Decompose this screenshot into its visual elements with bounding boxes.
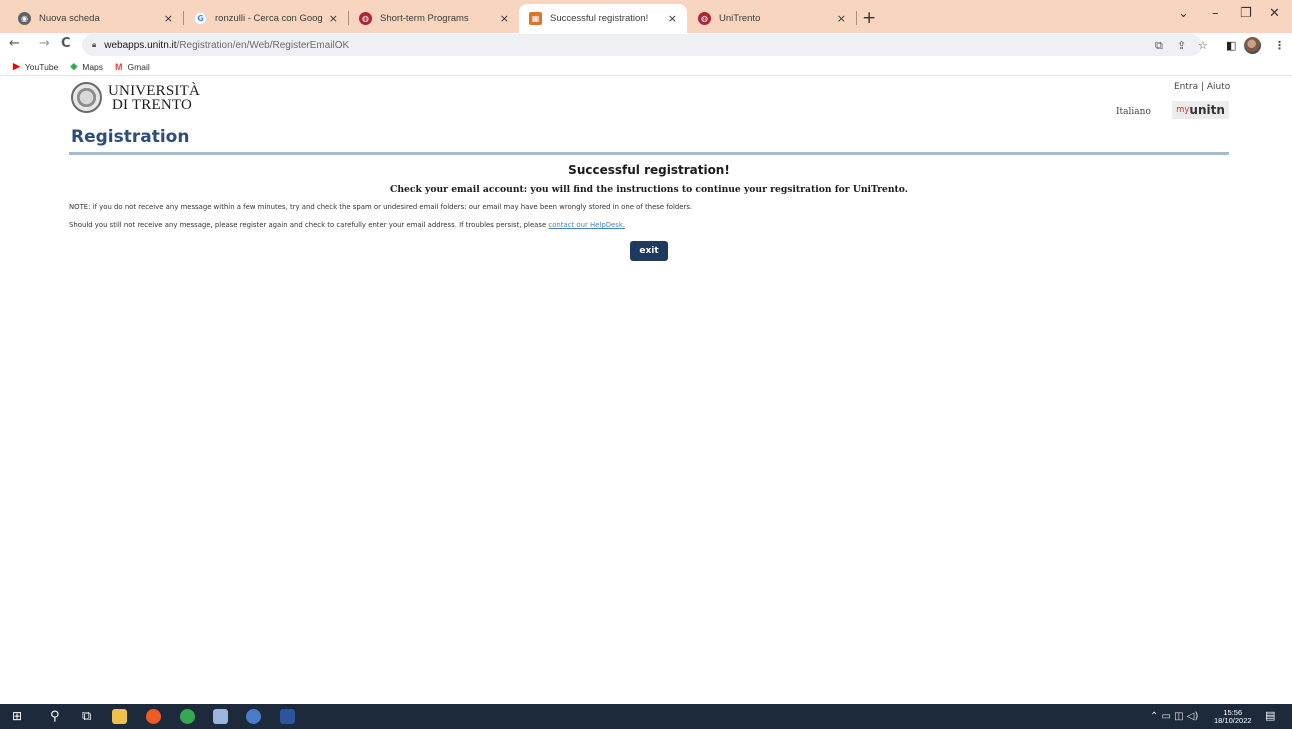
reload-icon[interactable]: C <box>61 36 71 51</box>
profile-avatar[interactable] <box>1244 37 1261 54</box>
helpdesk-link[interactable]: contact our HelpDesk. <box>548 221 625 229</box>
windows-taskbar: ⊞ ⚲ ⧉ ⌃ ▭ ◫ ◁) 15:56 18/10/2022 ▤ <box>0 704 1292 729</box>
bookmarks-bar: ▶ YouTube ◆ Maps M Gmail <box>0 58 1292 76</box>
task-view-icon[interactable]: ⧉ <box>82 709 91 724</box>
exit-button-wrap: exit <box>69 238 1229 261</box>
success-heading: Successful registration! <box>568 163 730 177</box>
tab-close-icon[interactable]: × <box>164 12 173 25</box>
translate-icon[interactable]: ⧉ <box>1155 39 1163 53</box>
new-tab-button[interactable]: + <box>862 8 876 28</box>
close-icon[interactable]: ✕ <box>1269 6 1280 21</box>
windows-start-icon[interactable]: ⊞ <box>12 709 22 723</box>
bookmark-maps[interactable]: ◆ Maps <box>70 61 103 72</box>
tab-successful-registration[interactable]: ▦ Successful registration! × <box>519 4 687 33</box>
notifications-icon[interactable]: ▤ <box>1265 709 1275 722</box>
check-email-subheading: Check your email account: you will find … <box>390 184 908 195</box>
chrome-app-icon[interactable] <box>180 709 195 724</box>
chrome-icon: ◉ <box>18 12 31 25</box>
url-host: webapps.unitn.it <box>104 39 177 51</box>
tab-nuova-scheda[interactable]: ◉ Nuova scheda × <box>8 4 183 33</box>
unitn-icon: ◍ <box>698 12 711 25</box>
troubles-note: Should you still not receive any message… <box>69 221 626 229</box>
google-icon: G <box>194 12 207 25</box>
tab-divider <box>856 11 857 25</box>
browser-toolbar: ← → C 🔒︎ webapps.unitn.it/Registration/e… <box>0 33 1292 58</box>
back-icon[interactable]: ← <box>9 36 20 51</box>
tab-close-icon[interactable]: × <box>329 12 338 25</box>
maps-icon: ◆ <box>70 61 78 71</box>
tab-short-term-programs[interactable]: ◍ Short-term Programs × <box>349 4 519 33</box>
app-icon[interactable] <box>213 709 228 724</box>
youtube-icon: ▶ <box>13 61 20 71</box>
minimize-icon[interactable]: – <box>1212 6 1219 21</box>
university-seal-icon <box>71 82 102 113</box>
login-help-links[interactable]: Entra | Aiuto <box>1174 82 1230 92</box>
word-icon[interactable] <box>280 709 295 724</box>
url-path: /Registration/en/Web/RegisterEmailOK <box>176 39 350 51</box>
tab-unitrento[interactable]: ◍ UniTrento × <box>688 4 856 33</box>
unitn-icon: ◍ <box>359 12 372 25</box>
forward-icon[interactable]: → <box>39 36 50 51</box>
file-explorer-icon[interactable] <box>112 709 127 724</box>
side-panel-icon[interactable]: ◧ <box>1226 39 1236 52</box>
main-content: Successful registration! Check your emai… <box>69 160 1229 261</box>
tab-search-icon[interactable]: ⌄ <box>1178 6 1189 21</box>
tab-close-icon[interactable]: × <box>837 12 846 25</box>
lock-icon: 🔒︎ <box>92 40 97 49</box>
title-divider <box>69 152 1229 155</box>
university-logo[interactable]: UNIVERSITÀ DI TRENTO <box>71 82 200 113</box>
spam-note: NOTE: if you do not receive any message … <box>69 203 693 211</box>
bookmark-gmail[interactable]: M Gmail <box>115 62 150 72</box>
system-tray-icons[interactable]: ⌃ ▭ ◫ ◁) <box>1150 711 1198 722</box>
menu-kebab-icon[interactable]: ⋮ <box>1274 39 1285 52</box>
search-icon[interactable]: ⚲ <box>50 709 60 724</box>
exit-button[interactable]: exit <box>630 241 668 261</box>
tab-close-icon[interactable]: × <box>668 12 677 25</box>
language-switch-link[interactable]: Italiano <box>1116 107 1151 117</box>
tab-close-icon[interactable]: × <box>500 12 509 25</box>
page-title: Registration <box>71 127 190 147</box>
unitn-grid-icon: ▦ <box>529 12 542 25</box>
address-bar[interactable]: 🔒︎ webapps.unitn.it/Registration/en/Web/… <box>82 34 1202 56</box>
bookmark-youtube[interactable]: ▶ YouTube <box>13 61 58 72</box>
myunitn-button[interactable]: my unitn <box>1172 101 1229 119</box>
gmail-icon: M <box>115 61 123 72</box>
maximize-icon[interactable]: ❐ <box>1240 6 1252 21</box>
share-icon[interactable]: ⇪ <box>1177 39 1186 52</box>
bookmark-star-icon[interactable]: ☆ <box>1198 39 1208 52</box>
tab-google-search[interactable]: G ronzulli - Cerca con Google × <box>184 4 348 33</box>
chrome-active-icon[interactable] <box>246 709 261 724</box>
taskbar-clock[interactable]: 15:56 18/10/2022 <box>1214 709 1252 725</box>
browser-tab-strip: ◉ Nuova scheda × G ronzulli - Cerca con … <box>0 0 1292 33</box>
opera-icon[interactable] <box>146 709 161 724</box>
logo-text: UNIVERSITÀ DI TRENTO <box>108 82 200 113</box>
